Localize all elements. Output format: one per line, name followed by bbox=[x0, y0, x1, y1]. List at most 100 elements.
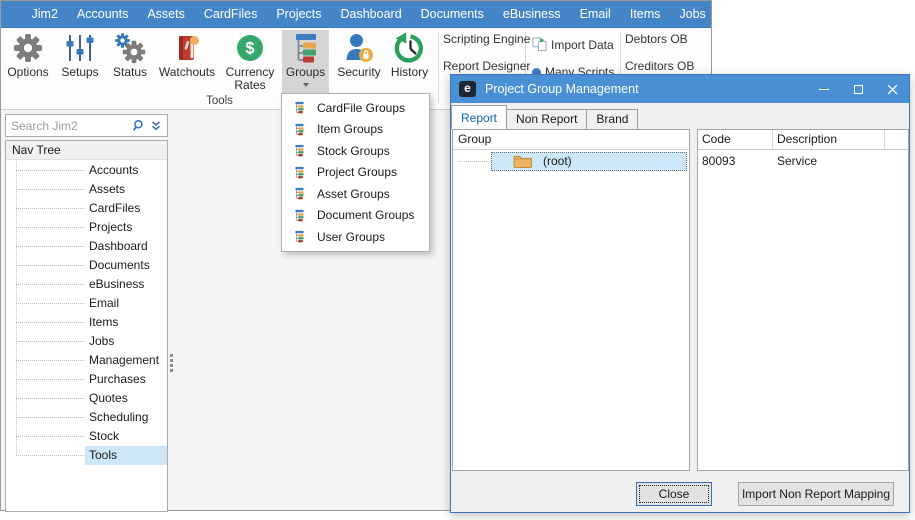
sidebar-item-documents[interactable]: Documents bbox=[6, 256, 167, 275]
ribbon-button-groups[interactable]: Groups bbox=[282, 30, 329, 94]
ribbon-button-options[interactable]: Options bbox=[3, 30, 53, 92]
menubar-item-cardfiles[interactable]: CardFiles bbox=[194, 1, 267, 27]
sidebar-item-purchases[interactable]: Purchases bbox=[6, 370, 167, 389]
ribbon-button-label: Setups bbox=[61, 65, 99, 79]
double-gear-icon bbox=[114, 32, 146, 64]
group-tree-icon bbox=[290, 32, 322, 64]
sidebar-item-jobs[interactable]: Jobs bbox=[6, 332, 167, 351]
group-tree-icon bbox=[293, 122, 306, 137]
sidebar-item-accounts[interactable]: Accounts bbox=[6, 161, 167, 180]
menu-item-item-groups[interactable]: Item Groups bbox=[282, 119, 429, 141]
sidebar-item-ebusiness[interactable]: eBusiness bbox=[6, 275, 167, 294]
group-tree-icon bbox=[293, 143, 306, 158]
history-clock-icon bbox=[394, 32, 426, 64]
menubar-item-projects[interactable]: Projects bbox=[267, 1, 331, 27]
menu-item-asset-groups[interactable]: Asset Groups bbox=[282, 183, 429, 205]
sidebar-item-cardfiles[interactable]: CardFiles bbox=[6, 199, 167, 218]
ribbon-button-currency-rates[interactable]: $ Currency Rates bbox=[221, 30, 279, 92]
sidebar-item-quotes[interactable]: Quotes bbox=[6, 389, 167, 408]
menu-item-project-groups[interactable]: Project Groups bbox=[282, 162, 429, 184]
menubar-item-documents[interactable]: Documents bbox=[411, 1, 493, 27]
nav-tree-panel: Nav Tree Accounts Assets CardFiles Proje… bbox=[5, 140, 168, 512]
jim2-logo-icon: e bbox=[459, 81, 476, 97]
book-icon bbox=[171, 32, 203, 64]
sidebar-item-items[interactable]: Items bbox=[6, 313, 167, 332]
nav-tree-header: Nav Tree bbox=[6, 141, 167, 160]
close-icon bbox=[887, 84, 898, 95]
ribbon-button-setups[interactable]: Setups bbox=[57, 30, 103, 92]
search-icon[interactable] bbox=[131, 119, 145, 133]
search-box bbox=[5, 114, 168, 137]
mapping-grid-panel: Code Description 80093 Service bbox=[697, 129, 909, 471]
menubar-item-assets[interactable]: Assets bbox=[138, 1, 195, 27]
menubar-item-ebusiness[interactable]: eBusiness bbox=[493, 1, 570, 27]
menubar-item-email[interactable]: Email bbox=[570, 1, 620, 27]
sidebar-item-dashboard[interactable]: Dashboard bbox=[6, 237, 167, 256]
column-header-code[interactable]: Code bbox=[698, 130, 773, 149]
group-tree-icon bbox=[293, 165, 306, 180]
menubar-item-dashboard[interactable]: Dashboard bbox=[331, 1, 411, 27]
group-tree-icon bbox=[293, 208, 306, 223]
ribbon-link-report-designer[interactable]: Report Designer bbox=[443, 59, 530, 73]
double-chevron-down-icon[interactable] bbox=[150, 120, 162, 132]
dialog-title: Project Group Management bbox=[485, 82, 639, 96]
dollar-circle-icon: $ bbox=[234, 32, 266, 64]
sidebar-item-tools[interactable]: Tools bbox=[6, 446, 167, 465]
ribbon-button-label: Currency Rates bbox=[225, 65, 275, 92]
ribbon-button-label: Status bbox=[112, 65, 148, 79]
sidebar-item-email[interactable]: Email bbox=[6, 294, 167, 313]
tab-report[interactable]: Report bbox=[451, 105, 508, 129]
sliders-icon bbox=[64, 32, 96, 64]
sidebar-splitter[interactable] bbox=[170, 354, 173, 372]
menu-item-stock-groups[interactable]: Stock Groups bbox=[282, 140, 429, 162]
ribbon-link-scripting-engine[interactable]: Scripting Engine bbox=[443, 32, 530, 46]
groups-dropdown-menu: CardFile Groups Item Groups Stock Groups… bbox=[281, 93, 430, 252]
ribbon-link-debtors-ob[interactable]: Debtors OB bbox=[625, 32, 694, 46]
close-window-button[interactable] bbox=[875, 75, 909, 103]
ribbon-button-label: Options bbox=[7, 65, 49, 79]
grid-header-row: Code Description bbox=[698, 130, 908, 150]
menubar-item-jobs[interactable]: Jobs bbox=[670, 1, 715, 27]
column-header-description[interactable]: Description bbox=[773, 130, 885, 149]
ribbon-button-label: Watchouts bbox=[158, 65, 216, 79]
group-tree-icon bbox=[293, 100, 306, 115]
ribbon-link-import-data[interactable]: Import Data bbox=[532, 37, 614, 52]
group-tree-icon bbox=[293, 229, 306, 244]
column-header-empty bbox=[885, 130, 908, 149]
minimize-button[interactable] bbox=[807, 75, 841, 103]
ribbon-link-creditors-ob[interactable]: Creditors OB bbox=[625, 59, 694, 73]
menu-item-document-groups[interactable]: Document Groups bbox=[282, 205, 429, 227]
ribbon-button-security[interactable]: Security bbox=[332, 30, 386, 92]
sidebar-item-management[interactable]: Management bbox=[6, 351, 167, 370]
sidebar-item-assets[interactable]: Assets bbox=[6, 180, 167, 199]
menu-item-cardfile-groups[interactable]: CardFile Groups bbox=[282, 97, 429, 119]
tree-row-root[interactable]: (root) bbox=[453, 152, 689, 171]
close-button[interactable]: Close bbox=[636, 482, 712, 506]
dialog-tab-strip: Report Non Report Brand bbox=[451, 105, 639, 129]
sidebar-item-scheduling[interactable]: Scheduling bbox=[6, 408, 167, 427]
menubar-item-accounts[interactable]: Accounts bbox=[67, 1, 137, 27]
import-non-report-mapping-button[interactable]: Import Non Report Mapping bbox=[738, 482, 894, 506]
ribbon-button-status[interactable]: Status bbox=[107, 30, 153, 92]
sidebar-item-stock[interactable]: Stock bbox=[6, 427, 167, 446]
table-row[interactable]: 80093 Service bbox=[698, 152, 908, 170]
minimize-icon bbox=[819, 88, 829, 90]
ribbon-button-label: History bbox=[390, 65, 429, 79]
dialog-titlebar[interactable]: e Project Group Management bbox=[451, 75, 909, 103]
menubar-item-jim2[interactable]: Jim2 bbox=[22, 1, 67, 27]
sidebar-item-projects[interactable]: Projects bbox=[6, 218, 167, 237]
maximize-button[interactable] bbox=[841, 75, 875, 103]
group-tree-icon bbox=[293, 186, 306, 201]
search-input[interactable] bbox=[6, 117, 131, 134]
menu-item-user-groups[interactable]: User Groups bbox=[282, 226, 429, 248]
menubar: Jim2 Accounts Assets CardFiles Projects … bbox=[1, 1, 711, 28]
tree-connector bbox=[458, 161, 491, 162]
cell-code: 80093 bbox=[702, 154, 736, 168]
tab-non-report[interactable]: Non Report bbox=[506, 109, 588, 129]
ribbon-button-watchouts[interactable]: Watchouts bbox=[155, 30, 219, 92]
tab-brand[interactable]: Brand bbox=[586, 109, 639, 129]
group-tree-panel: Group (root) bbox=[452, 129, 690, 471]
tree-root-label: (root) bbox=[543, 154, 572, 168]
menubar-item-items[interactable]: Items bbox=[620, 1, 670, 27]
ribbon-button-history[interactable]: History bbox=[386, 30, 433, 92]
